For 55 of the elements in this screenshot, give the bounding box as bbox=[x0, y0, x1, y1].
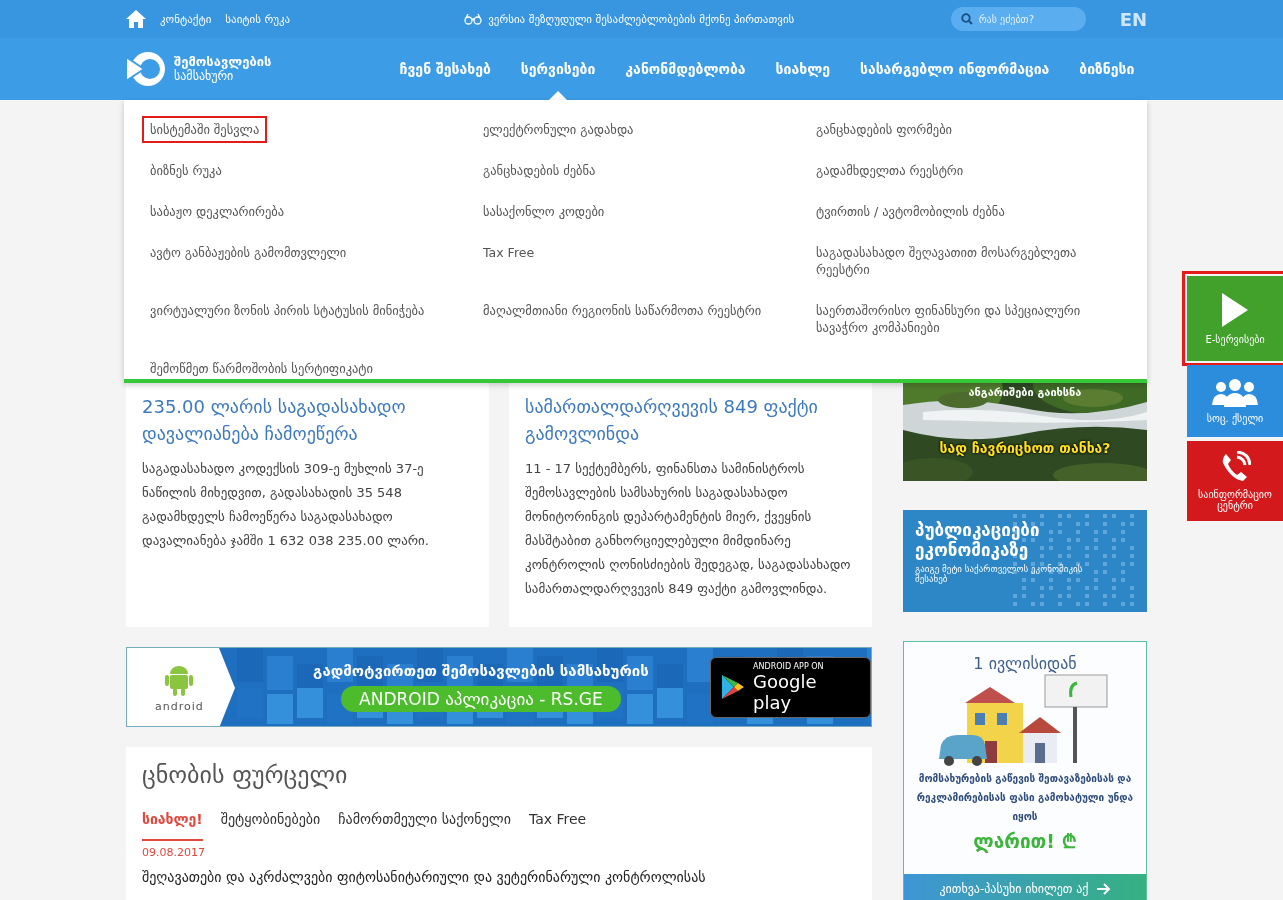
play-store-icon bbox=[721, 674, 746, 700]
glasses-icon bbox=[464, 13, 483, 25]
menu-item[interactable]: Tax Free bbox=[475, 239, 543, 283]
search-icon bbox=[960, 13, 973, 25]
bulletin-tab[interactable]: სიახლე! bbox=[142, 811, 203, 841]
banner-text: ანგარიშები გაიხსნა bbox=[967, 386, 1083, 399]
google-play-badge[interactable]: ANDROID APP ON Google play bbox=[710, 656, 871, 718]
publications-subtitle: გაიგე მეტი საქართველოს ეკონომიკის შესახებ bbox=[914, 563, 1084, 586]
news-title[interactable]: 235.00 ლარის საგადასახადო დავალიანება ჩამოეწერა bbox=[142, 393, 473, 447]
bulletin-tab[interactable]: Tax Free bbox=[528, 811, 587, 841]
menu-item[interactable]: ტვირთის / ავტომობილის ძებნა bbox=[808, 198, 1013, 225]
bulletin-title: ცნობის ფურცელი bbox=[142, 761, 349, 789]
logo-subtitle: სამსახური bbox=[174, 69, 234, 84]
menu-item[interactable]: ავტო განბაჟების გამომთვლელი bbox=[142, 239, 355, 283]
menu-item[interactable]: გადამხდელთა რეესტრი bbox=[808, 157, 972, 184]
menu-item[interactable]: შემოწმეთ წარმოშობის სერტიფიკატი bbox=[142, 355, 381, 382]
menu-item[interactable]: ელექტრონული გადახდა bbox=[475, 116, 642, 143]
logo-icon[interactable] bbox=[124, 49, 168, 89]
people-icon bbox=[1212, 378, 1258, 407]
menu-item[interactable]: ვირტუალური ზონის პირის სტატუსის მინიჭება bbox=[142, 297, 433, 341]
app-name-pill: ANDROID აპლიკაცია - RS.GE bbox=[341, 686, 621, 712]
arrow-icon bbox=[1096, 883, 1111, 895]
home-icon[interactable] bbox=[126, 10, 146, 28]
badge-caption: ANDROID APP ON bbox=[753, 661, 825, 671]
android-wordmark: android bbox=[154, 699, 204, 713]
menu-item[interactable]: სისტემაში შესვლა bbox=[142, 116, 268, 143]
search-field[interactable]: რას ეძებთ? bbox=[950, 7, 1086, 31]
news-text: 11 - 17 სექტემბერს, ფინანსთა სამინისტროს შემოსავლების სამსახურის საგადასახადო მონიტორინგის დეპარტამენტის მიერ, ქვეყნის მასშტაბით განხორციელებული მიმდინარე კონტროლის ღონისძიების შედეგად, საგადასახადო სამართალდარღვევის 849 ფაქტი გამოვლინდა. bbox=[525, 460, 852, 598]
news-text: საგადასახადო კოდექსის 309-ე მუხლის 37-ე ნაწილის მიხედვით, გადასახადის 35 548 გადამხდელს ჩამოეწერა საგადასახადო დავალიანება ჯამში 1 632 038 235.00 ლარი. bbox=[142, 460, 430, 550]
menu-item[interactable]: საერთაშორისო ფინანსური და სპეციალური სავაჭრო კომპანიები bbox=[808, 297, 1104, 341]
news-headline[interactable]: შეღავათები და აკრძალვები ფიტოსანიტარიული და ვეტერინარული კონტროლისას bbox=[142, 869, 856, 885]
menu-item[interactable]: მაღალმთიანი რეგიონის საწარმოთა რეესტრი bbox=[475, 297, 770, 341]
bulletin-tab[interactable]: შეტყობინებები bbox=[220, 811, 321, 841]
logo-title: შემოსავლების bbox=[174, 54, 272, 69]
publications-title: პუბლიკაციები ეკონომიკაზე bbox=[914, 519, 1041, 560]
menu-item[interactable]: განცხადების ფორმები bbox=[808, 116, 961, 143]
android-banner[interactable]: android გადმოტვირთეთ შემოსავლების სამსახურის ANDROID აპლიკაცია - RS.GE ANDROID APP ON Google play bbox=[126, 647, 872, 727]
menu-item[interactable]: სასაქონლო კოდები bbox=[475, 198, 613, 225]
bulletin-tab[interactable]: ჩამორთმეული საქონელი bbox=[338, 811, 511, 841]
menu-item[interactable]: განცხადების ძებნა bbox=[475, 157, 604, 184]
side-button[interactable]: სოც. ქსელი bbox=[1187, 365, 1283, 437]
news-date: 09.08.2017 bbox=[142, 846, 206, 859]
notice-text: მომსახურების გაწევის შეთავაზებისას და რეკლამირებისას ფასი გამოხატული უნდა იყოს bbox=[915, 772, 1135, 824]
notice-highlight: ლარით! ₾ bbox=[973, 829, 1077, 854]
badge-store-name: Google play bbox=[753, 670, 818, 713]
menu-item[interactable]: საბაჟო დეკლარირება bbox=[142, 198, 293, 225]
play-icon bbox=[1220, 292, 1250, 328]
banner-question: სად ჩავრიცხოთ თანხა? bbox=[938, 440, 1112, 456]
news-title[interactable]: სამართალდარღვევის 849 ფაქტი გამოვლინდა bbox=[525, 393, 856, 447]
publications-banner[interactable]: პუბლიკაციები ეკონომიკაზე გაიგე მეტი საქართველოს ეკონომიკის შესახებ bbox=[903, 510, 1147, 612]
menu-item[interactable]: საგადასახადო შეღავათით მოსარგებლეთა რეესტრი bbox=[808, 239, 1104, 283]
menu-item[interactable]: ბიზნეს რუკა bbox=[142, 157, 230, 184]
notice-heading: 1 ივლისიდან bbox=[973, 654, 1077, 673]
banner-headline: გადმოტვირთეთ შემოსავლების სამსახურის bbox=[313, 662, 649, 680]
side-button[interactable]: საინფორმაციო ცენტრი bbox=[1187, 441, 1283, 521]
